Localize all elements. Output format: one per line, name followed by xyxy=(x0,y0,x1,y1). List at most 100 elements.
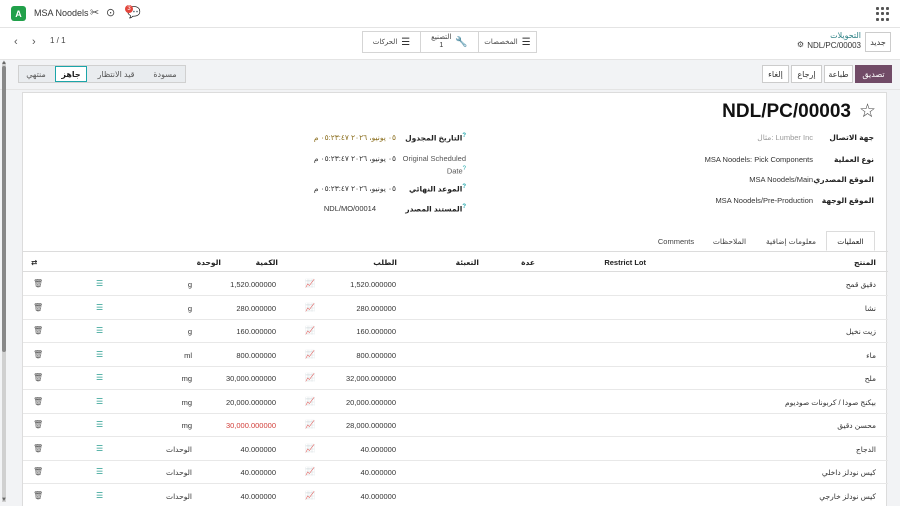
col-demand[interactable]: الطلب xyxy=(373,258,397,267)
help-icon[interactable]: ? xyxy=(462,184,466,190)
trash-icon[interactable]: 🗑 xyxy=(33,420,43,430)
cell-product[interactable]: كيس نودلز داخلي xyxy=(822,468,876,477)
forecast-chart-icon[interactable]: 📈 xyxy=(305,444,315,454)
scheduled-date-field[interactable]: ٠٥ يونيو، ٢٠٢٦ ٠٥:٢٣:٤٧ م xyxy=(314,133,396,142)
stage-waiting[interactable]: قيد الانتظار xyxy=(89,66,143,82)
gear-icon[interactable]: ⚙ xyxy=(797,40,804,49)
validate-button[interactable]: تصديق xyxy=(855,65,892,83)
breadcrumb-parent[interactable]: التحويلات xyxy=(830,31,861,40)
table-row[interactable]: 🗑 ☰ mg 30,000.000000 📈 32,000.000000 ملح xyxy=(23,367,888,390)
optional-columns-icon[interactable]: ⇄ xyxy=(31,258,37,267)
details-list-icon[interactable]: ☰ xyxy=(96,397,103,407)
col-packaging[interactable]: التعبئة xyxy=(456,258,479,267)
print-button[interactable]: طباعة xyxy=(824,65,853,83)
cell-product[interactable]: ملح xyxy=(865,374,876,383)
cell-demand[interactable]: 280.000000 xyxy=(356,304,396,313)
moves-smart-button[interactable]: الحركات ☰ xyxy=(363,32,420,52)
cell-quantity[interactable]: 280.000000 xyxy=(236,304,276,313)
dest-location-field[interactable]: MSA Noodels/Pre-Production xyxy=(715,196,813,205)
company-badge[interactable]: A xyxy=(11,6,26,21)
details-list-icon[interactable]: ☰ xyxy=(96,326,103,336)
cell-product[interactable]: الدجاج xyxy=(856,445,876,454)
scrollbar-thumb[interactable] xyxy=(2,66,6,352)
help-icon[interactable]: ? xyxy=(463,166,466,172)
cell-demand[interactable]: 32,000.000000 xyxy=(346,374,396,383)
forecast-chart-icon[interactable]: 📈 xyxy=(305,326,315,336)
table-row[interactable]: 🗑 ☰ g 1,520.000000 📈 1,520.000000 دقيق قمح xyxy=(23,273,888,296)
cell-quantity[interactable]: 40.000000 xyxy=(241,445,276,454)
cell-product[interactable]: بيكنج صودا / كربونات صوديوم xyxy=(785,398,876,407)
forecast-chart-icon[interactable]: 📈 xyxy=(305,397,315,407)
operation-type-field[interactable]: MSA Noodels: Pick Components xyxy=(705,155,813,164)
cell-product[interactable]: نشا xyxy=(865,304,876,313)
stage-ready[interactable]: جاهز xyxy=(55,66,87,82)
trash-icon[interactable]: 🗑 xyxy=(33,491,43,501)
cell-product[interactable]: زيت نخيل xyxy=(846,327,876,336)
col-product[interactable]: المنتج xyxy=(854,258,876,267)
table-row[interactable]: 🗑 ☰ الوحدات 40.000000 📈 40.000000 كيس نودلز دا… xyxy=(23,461,888,484)
help-icon[interactable]: ? xyxy=(462,133,466,139)
details-list-icon[interactable]: ☰ xyxy=(96,420,103,430)
cell-product[interactable]: دقيق قمح xyxy=(846,280,876,289)
return-button[interactable]: إرجاع xyxy=(791,65,822,83)
stage-draft[interactable]: مسودة xyxy=(145,66,185,82)
cell-quantity[interactable]: 40.000000 xyxy=(241,492,276,501)
trash-icon[interactable]: 🗑 xyxy=(33,350,43,360)
company-name[interactable]: MSA Noodels xyxy=(34,8,89,18)
pager-next-button[interactable]: › xyxy=(32,36,36,48)
cell-quantity[interactable]: 30,000.000000 xyxy=(226,421,276,430)
scroll-down-arrow[interactable]: ▼ xyxy=(1,497,7,503)
pager-value[interactable]: 1 / 1 xyxy=(50,36,66,45)
table-row[interactable]: 🗑 ☰ g 160.000000 📈 160.000000 زيت نخيل xyxy=(23,320,888,343)
stage-done[interactable]: منتهي xyxy=(19,66,53,82)
trash-icon[interactable]: 🗑 xyxy=(33,279,43,289)
details-list-icon[interactable]: ☰ xyxy=(96,467,103,477)
details-list-icon[interactable]: ☰ xyxy=(96,444,103,454)
col-restrict-lot[interactable]: Restrict Lot xyxy=(604,258,646,267)
details-list-icon[interactable]: ☰ xyxy=(96,279,103,289)
table-row[interactable]: 🗑 ☰ الوحدات 40.000000 📈 40.000000 كيس نودلز خا… xyxy=(23,485,888,506)
tab-additional-info[interactable]: معلومات إضافية xyxy=(756,231,826,251)
cell-demand[interactable]: 20,000.000000 xyxy=(346,398,396,407)
cell-product[interactable]: محسن دقيق xyxy=(837,421,876,430)
source-document-field[interactable]: NDL/MO/00014 xyxy=(324,204,376,213)
debug-icon[interactable]: ✂ xyxy=(90,7,99,19)
forecast-chart-icon[interactable]: 📈 xyxy=(305,350,315,360)
cell-product[interactable]: ماء xyxy=(866,351,876,360)
cell-demand[interactable]: 40.000000 xyxy=(361,445,396,454)
tab-operations[interactable]: العمليات xyxy=(826,231,875,251)
trash-icon[interactable]: 🗑 xyxy=(33,373,43,383)
new-button[interactable]: جديد xyxy=(865,32,891,52)
cell-demand[interactable]: 800.000000 xyxy=(356,351,396,360)
trash-icon[interactable]: 🗑 xyxy=(33,303,43,313)
trash-icon[interactable]: 🗑 xyxy=(33,467,43,477)
table-row[interactable]: 🗑 ☰ ml 800.000000 📈 800.000000 ماء xyxy=(23,344,888,367)
deadline-field[interactable]: ٠٥ يونيو، ٢٠٢٦ ٠٥:٢٣:٤٧ م xyxy=(314,184,396,193)
manufacturing-smart-button[interactable]: التصنيع 1 🔧 xyxy=(420,32,478,52)
cell-quantity[interactable]: 160.000000 xyxy=(236,327,276,336)
cell-demand[interactable]: 160.000000 xyxy=(356,327,396,336)
cell-demand[interactable]: 40.000000 xyxy=(361,468,396,477)
table-row[interactable]: 🗑 ☰ mg 20,000.000000 📈 20,000.000000 بيكنج صود… xyxy=(23,391,888,414)
partner-field[interactable]: مثال: Lumber Inc xyxy=(757,133,813,142)
details-list-icon[interactable]: ☰ xyxy=(96,303,103,313)
cell-quantity[interactable]: 20,000.000000 xyxy=(226,398,276,407)
star-icon[interactable]: ☆ xyxy=(859,100,876,123)
cell-quantity[interactable]: 30,000.000000 xyxy=(226,374,276,383)
forecast-chart-icon[interactable]: 📈 xyxy=(305,491,315,501)
tab-comments[interactable]: Comments xyxy=(649,231,703,251)
cell-quantity[interactable]: 1,520.000000 xyxy=(230,280,276,289)
help-icon[interactable]: ? xyxy=(462,204,466,210)
cell-demand[interactable]: 40.000000 xyxy=(361,492,396,501)
forecast-chart-icon[interactable]: 📈 xyxy=(305,373,315,383)
forecast-chart-icon[interactable]: 📈 xyxy=(305,420,315,430)
cell-quantity[interactable]: 40.000000 xyxy=(241,468,276,477)
source-location-field[interactable]: MSA Noodels/Main xyxy=(749,175,813,184)
cell-quantity[interactable]: 800.000000 xyxy=(236,351,276,360)
allocation-smart-button[interactable]: المخصصات ☰ xyxy=(478,32,536,52)
details-list-icon[interactable]: ☰ xyxy=(96,350,103,360)
cell-demand[interactable]: 1,520.000000 xyxy=(350,280,396,289)
details-list-icon[interactable]: ☰ xyxy=(96,491,103,501)
col-count[interactable]: عدة xyxy=(521,258,535,267)
trash-icon[interactable]: 🗑 xyxy=(33,444,43,454)
